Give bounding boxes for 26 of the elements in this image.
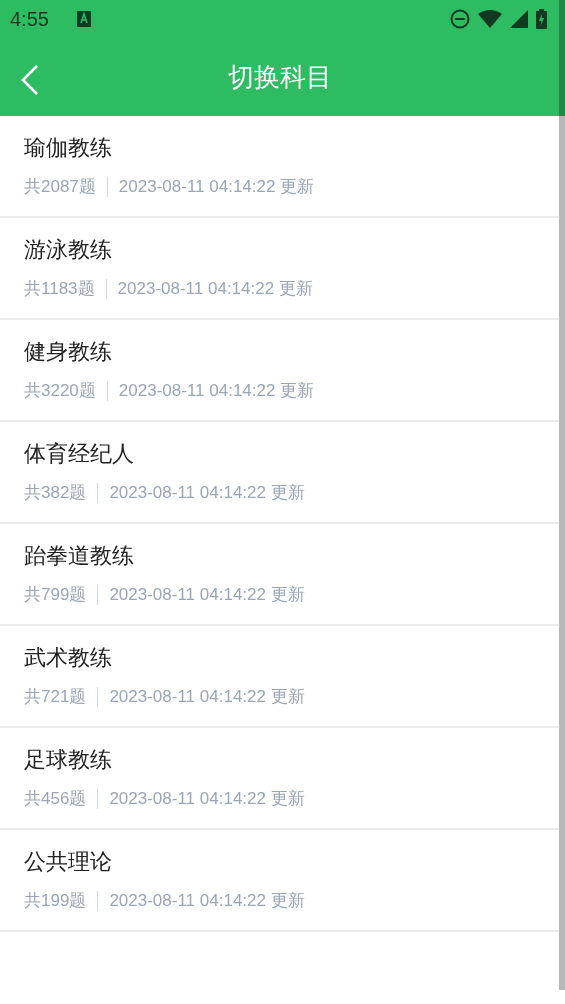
subject-name: 瑜伽教练 (24, 134, 112, 162)
subject-name: 公共理论 (24, 848, 112, 876)
subject-name: 跆拳道教练 (24, 542, 134, 570)
update-time: 2023-08-11 04:14:22 更新 (118, 380, 315, 402)
question-count: 共1183题 (24, 278, 95, 300)
question-count: 共456题 (24, 788, 87, 810)
subject-name: 健身教练 (24, 338, 112, 366)
page-title: 切换科目 (227, 60, 332, 94)
subject-name: 武术教练 (24, 644, 112, 672)
question-count: 共199题 (24, 890, 87, 912)
question-count: 共3220题 (24, 380, 96, 402)
subject-name: 游泳教练 (24, 236, 112, 264)
update-time: 2023-08-11 04:14:22 更新 (109, 890, 305, 912)
question-count: 共721题 (24, 686, 87, 708)
question-count: 共799题 (24, 584, 87, 606)
update-time: 2023-08-11 04:14:22 更新 (109, 788, 305, 810)
update-time: 2023-08-11 04:14:22 更新 (109, 482, 305, 504)
question-count: 共2087题 (24, 176, 96, 198)
update-time: 2023-08-11 04:14:22 更新 (109, 686, 305, 708)
subject-name: 体育经纪人 (24, 440, 134, 468)
update-time: 2023-08-11 04:14:22 更新 (118, 176, 315, 198)
status-time: 4:55 (10, 7, 49, 31)
subject-name: 足球教练 (24, 746, 112, 774)
update-time: 2023-08-11 04:14:22 更新 (109, 584, 305, 606)
update-time: 2023-08-11 04:14:22 更新 (117, 278, 313, 300)
question-count: 共382题 (24, 482, 87, 504)
